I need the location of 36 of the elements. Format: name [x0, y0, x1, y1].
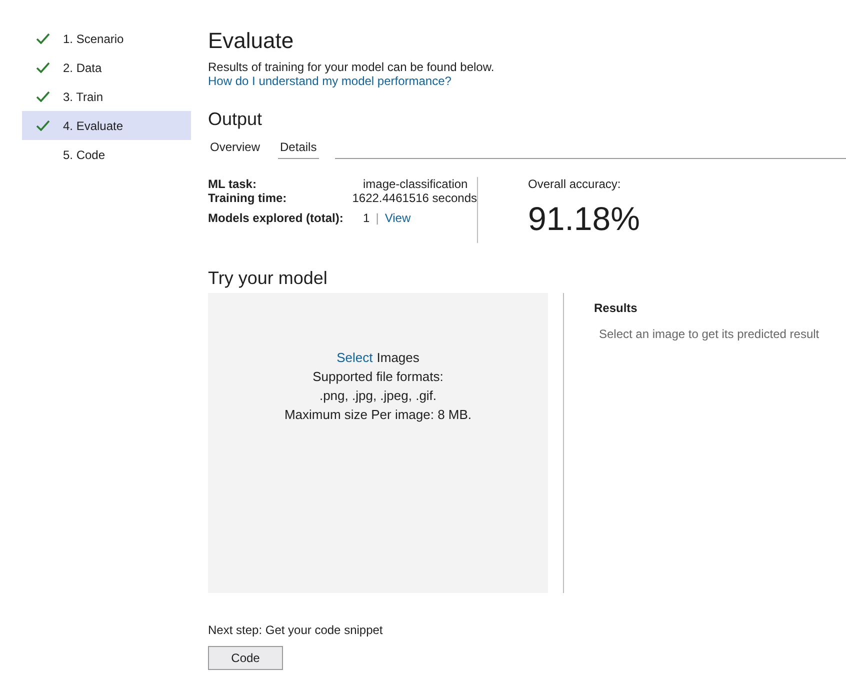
check-icon	[36, 91, 50, 102]
page-subtitle: Results of training for your model can be found below.	[208, 60, 496, 74]
step-item[interactable]: 2. Data	[22, 53, 191, 82]
results-hint: Select an image to get its predicted result	[599, 326, 820, 343]
step-item[interactable]: 4. Evaluate	[22, 111, 191, 140]
step-item[interactable]: 3. Train	[22, 82, 191, 111]
results-heading: Results	[594, 300, 638, 317]
tab[interactable]: Details	[278, 138, 319, 159]
next-step-text: Next step: Get your code snippet	[208, 622, 384, 639]
step-item[interactable]: 1. Scenario	[22, 24, 191, 53]
metric-label: Models explored (total):	[208, 211, 344, 225]
metric-label: Training time:	[208, 191, 288, 205]
select-text: Images	[376, 349, 420, 367]
view-link[interactable]: View	[384, 211, 411, 225]
check-icon	[36, 62, 50, 73]
check-icon	[36, 120, 50, 131]
metric-value: image-classification	[363, 177, 468, 191]
tab[interactable]: Overview	[208, 138, 262, 159]
try-heading: Try your model	[208, 267, 328, 289]
accuracy-value: 91.18%	[528, 199, 640, 239]
accuracy-label: Overall accuracy:	[528, 177, 622, 191]
help-link[interactable]: How do I understand my model performance?	[208, 74, 846, 88]
select-link[interactable]: Select	[336, 348, 373, 367]
metric-value: 1	[363, 211, 370, 225]
image-drop-area[interactable]: Select Images Supported file formats: .png, .jpg, .jpeg, .gif. Maximum size Per image: 8 MB.	[208, 293, 548, 593]
metric-label: ML task:	[208, 177, 258, 191]
metric-value: 1622.4461516 seconds	[352, 191, 477, 205]
step-item[interactable]: 5. Code	[22, 140, 191, 169]
page-title: Evaluate	[208, 28, 295, 54]
output-heading: Output	[208, 108, 264, 130]
max-size-text: Maximum size Per image: 8 MB.	[284, 406, 472, 424]
check-icon	[36, 33, 50, 44]
separator: |	[376, 211, 379, 225]
formats-label: Supported file formats:	[312, 368, 444, 386]
code-button[interactable]: Code	[208, 646, 283, 670]
formats-text: .png, .jpg, .jpeg, .gif.	[319, 387, 437, 405]
